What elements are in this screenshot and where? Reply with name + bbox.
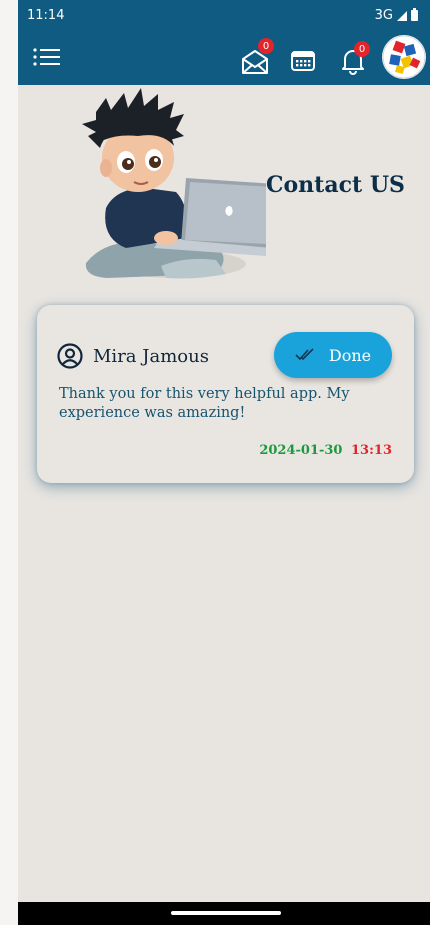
notification-badge: 0 [354, 41, 370, 57]
system-navigation-bar [18, 902, 430, 925]
calendar-icon[interactable] [291, 50, 315, 72]
signal-icon [397, 10, 407, 21]
done-status-button[interactable]: Done [274, 332, 392, 378]
user-circle-icon [57, 343, 83, 369]
message-card: Mira Jamous Done Thank you for this very… [37, 305, 414, 483]
app-bar: 0 0 [18, 30, 430, 85]
message-text: Thank you for this very helpful app. My … [59, 386, 350, 421]
screen: 11:14 3G 0 0 Contact US Mira Jamous Done… [18, 0, 430, 925]
home-gesture-handle[interactable] [171, 911, 281, 915]
puzzle-logo-icon [382, 35, 426, 79]
done-button-label: Done [328, 345, 372, 365]
sender-row: Mira Jamous [57, 343, 209, 369]
mail-badge: 0 [258, 38, 274, 54]
status-indicators: 3G [375, 8, 418, 23]
network-type: 3G [374, 8, 393, 23]
app-logo-avatar[interactable] [382, 35, 426, 79]
menu-icon[interactable] [32, 44, 62, 70]
page-title: Contact US [266, 172, 405, 198]
notifications-button[interactable]: 0 [340, 41, 374, 76]
battery-icon [411, 8, 418, 21]
mail-button[interactable]: 0 [240, 38, 274, 76]
status-bar: 11:14 3G [18, 0, 430, 30]
message-timestamp: 2024-01-30 13:13 [259, 443, 392, 458]
boy-with-laptop-illustration [82, 88, 266, 279]
message-time: 13:13 [351, 443, 392, 458]
status-time: 11:14 [27, 8, 65, 23]
message-date: 2024-01-30 [259, 443, 343, 458]
double-check-icon [295, 348, 314, 361]
sender-name: Mira Jamous [93, 345, 209, 367]
